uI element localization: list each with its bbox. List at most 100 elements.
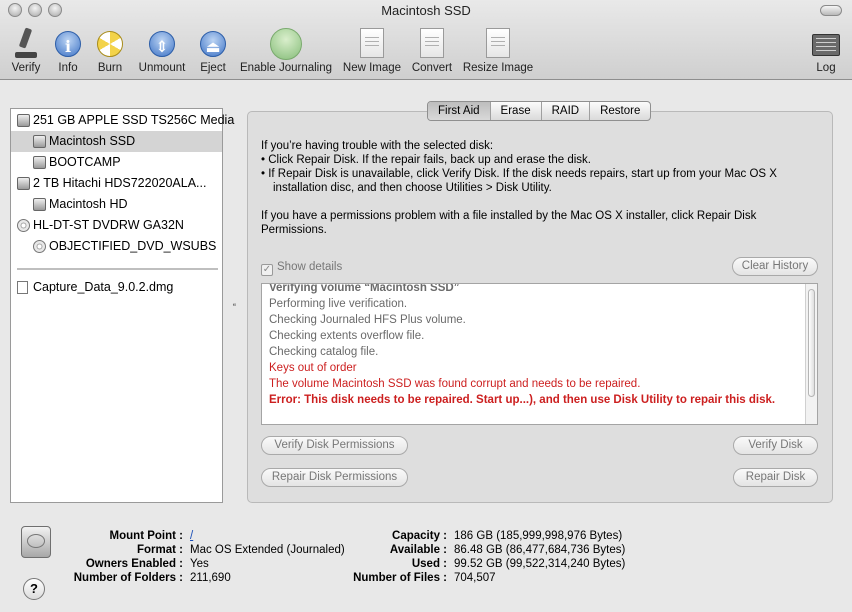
sidebar-item-label: 2 TB Hitachi HDS722020ALA... bbox=[33, 176, 207, 190]
log-line: Checking catalog file. bbox=[269, 346, 379, 358]
dmg-file-icon bbox=[17, 281, 28, 294]
unmount-label: Unmount bbox=[138, 62, 186, 74]
verify-disk-button[interactable]: Verify Disk bbox=[733, 436, 818, 455]
new-image-toolbar-button[interactable]: New Image bbox=[340, 26, 404, 76]
used-value: 99.52 GB (99,522,314,240 Bytes) bbox=[454, 558, 626, 570]
unmount-toolbar-button[interactable]: ⇕ Unmount bbox=[134, 26, 190, 76]
log-line-error: Keys out of order bbox=[269, 362, 357, 374]
sidebar-item-macintosh-hd[interactable]: Macintosh HD bbox=[11, 194, 222, 215]
first-aid-log: Verifying volume “Macintosh SSD” Perform… bbox=[261, 283, 818, 425]
burn-icon bbox=[97, 31, 123, 57]
permissions-text-cont: Permissions. bbox=[261, 224, 327, 236]
convert-toolbar-button[interactable]: Convert bbox=[408, 26, 456, 76]
window-title: Macintosh SSD bbox=[381, 3, 471, 18]
clear-history-button[interactable]: Clear History bbox=[732, 257, 818, 276]
log-line-error: Error: This disk needs to be repaired. S… bbox=[269, 394, 776, 406]
new-image-icon bbox=[360, 28, 384, 58]
sidebar-item-apple-ssd-media[interactable]: 251 GB APPLE SSD TS256C Media bbox=[11, 110, 234, 131]
sidebar-item-label: 251 GB APPLE SSD TS256C Media bbox=[33, 113, 235, 127]
source-list: 251 GB APPLE SSD TS256C Media Macintosh … bbox=[10, 108, 234, 503]
format-key: Format : bbox=[137, 544, 183, 556]
info-label: Info bbox=[58, 62, 78, 74]
info-icon: i bbox=[55, 31, 81, 57]
tab-first-aid[interactable]: First Aid bbox=[428, 102, 491, 120]
sidebar-item-dvd-drive[interactable]: HL-DT-ST DVDRW GA32N bbox=[11, 215, 222, 236]
sidebar-item-capture-dmg[interactable]: Capture_Data_9.0.2.dmg bbox=[11, 277, 222, 298]
sidebar-item-objectified-dvd[interactable]: OBJECTIFIED_DVD_WSUBS bbox=[11, 236, 222, 257]
eject-icon: ⏏ bbox=[200, 31, 226, 57]
split-view-handle[interactable]: ⁌ bbox=[232, 300, 238, 310]
show-details-checkbox[interactable]: ✓ Show details bbox=[261, 259, 342, 276]
log-toolbar-button[interactable]: Log bbox=[810, 26, 842, 76]
disk-icon bbox=[33, 156, 46, 169]
sidebar-item-bootcamp[interactable]: BOOTCAMP bbox=[11, 152, 222, 173]
disk-icon bbox=[33, 135, 46, 148]
permissions-text: If you have a permissions problem with a… bbox=[261, 210, 757, 222]
resize-image-icon bbox=[486, 28, 510, 58]
log-line: Checking extents overflow file. bbox=[269, 330, 425, 342]
disk-icon bbox=[17, 177, 30, 190]
disk-icon bbox=[17, 114, 30, 127]
mount-point-key: Mount Point : bbox=[109, 530, 183, 542]
toolbar-toggle-button[interactable] bbox=[820, 5, 842, 16]
checkmark-icon: ✓ bbox=[261, 264, 273, 276]
verify-toolbar-button[interactable]: Verify bbox=[6, 26, 46, 76]
microscope-icon bbox=[13, 28, 39, 58]
eject-label: Eject bbox=[200, 62, 226, 74]
sidebar-item-macintosh-ssd[interactable]: Macintosh SSD bbox=[11, 131, 222, 152]
tab-raid[interactable]: RAID bbox=[542, 102, 591, 120]
repair-disk-permissions-button[interactable]: Repair Disk Permissions bbox=[261, 468, 408, 487]
sidebar-item-label: HL-DT-ST DVDRW GA32N bbox=[33, 218, 184, 232]
log-label: Log bbox=[816, 62, 836, 74]
optical-disc-icon bbox=[33, 240, 46, 253]
burn-label: Burn bbox=[97, 62, 123, 74]
tab-erase[interactable]: Erase bbox=[491, 102, 542, 120]
first-aid-instructions: If you’re having trouble with the select… bbox=[261, 139, 821, 237]
number-of-files-key: Number of Files : bbox=[353, 572, 447, 584]
convert-icon bbox=[420, 28, 444, 58]
tab-restore[interactable]: Restore bbox=[590, 102, 650, 120]
log-scrollbar[interactable] bbox=[805, 284, 817, 424]
burn-toolbar-button[interactable]: Burn bbox=[94, 26, 126, 76]
enable-journaling-label: Enable Journaling bbox=[239, 62, 333, 74]
number-of-folders-key: Number of Folders : bbox=[73, 572, 183, 584]
bullet-repair-disk: • Click Repair Disk. If the repair fails… bbox=[261, 154, 592, 166]
toolbar: Macintosh SSD Verify i Info Burn ⇕ Unmou… bbox=[0, 0, 852, 80]
sidebar-item-label: Macintosh SSD bbox=[49, 134, 136, 148]
used-key: Used : bbox=[411, 558, 447, 570]
owners-enabled-key: Owners Enabled : bbox=[85, 558, 183, 570]
available-value: 86.48 GB (86,477,684,736 Bytes) bbox=[454, 544, 626, 556]
disk-icon bbox=[33, 198, 46, 211]
log-line: Performing live verification. bbox=[269, 298, 408, 310]
number-of-files-value: 704,507 bbox=[454, 572, 496, 584]
sidebar-item-hitachi-drive[interactable]: 2 TB Hitachi HDS722020ALA... bbox=[11, 173, 222, 194]
log-scrollbar-thumb[interactable] bbox=[808, 289, 815, 397]
log-line: Verifying volume “Macintosh SSD” bbox=[269, 283, 460, 294]
capacity-key: Capacity : bbox=[392, 530, 447, 542]
optical-disc-icon bbox=[17, 219, 30, 232]
enable-journaling-toolbar-button[interactable]: Enable Journaling bbox=[238, 26, 334, 76]
disk-utility-window: Macintosh SSD Verify i Info Burn ⇕ Unmou… bbox=[0, 0, 852, 612]
convert-label: Convert bbox=[411, 62, 453, 74]
sidebar-item-label: Capture_Data_9.0.2.dmg bbox=[33, 280, 174, 294]
log-line-error: The volume Macintosh SSD was found corru… bbox=[269, 378, 641, 390]
repair-disk-button[interactable]: Repair Disk bbox=[733, 468, 818, 487]
verify-disk-permissions-button[interactable]: Verify Disk Permissions bbox=[261, 436, 408, 455]
bullet-verify-disk: • If Repair Disk is unavailable, click V… bbox=[261, 168, 777, 180]
resize-image-label: Resize Image bbox=[462, 62, 534, 74]
sidebar-item-label: BOOTCAMP bbox=[49, 155, 121, 169]
sidebar-item-label: Macintosh HD bbox=[49, 197, 128, 211]
eject-toolbar-button[interactable]: ⏏ Eject bbox=[196, 26, 230, 76]
sidebar-divider bbox=[17, 268, 218, 270]
available-key: Available : bbox=[389, 544, 447, 556]
resize-image-toolbar-button[interactable]: Resize Image bbox=[462, 26, 534, 76]
intro-text: If you’re having trouble with the select… bbox=[261, 140, 494, 152]
tab-bar: First Aid Erase RAID Restore bbox=[427, 101, 652, 121]
info-toolbar-button[interactable]: i Info bbox=[52, 26, 84, 76]
bullet-verify-disk-cont: installation disc, and then choose Utili… bbox=[273, 182, 552, 194]
log-line: Checking Journaled HFS Plus volume. bbox=[269, 314, 466, 326]
unmount-icon: ⇕ bbox=[149, 31, 175, 57]
capacity-value: 186 GB (185,999,998,976 Bytes) bbox=[454, 530, 623, 542]
verify-label: Verify bbox=[11, 62, 41, 74]
